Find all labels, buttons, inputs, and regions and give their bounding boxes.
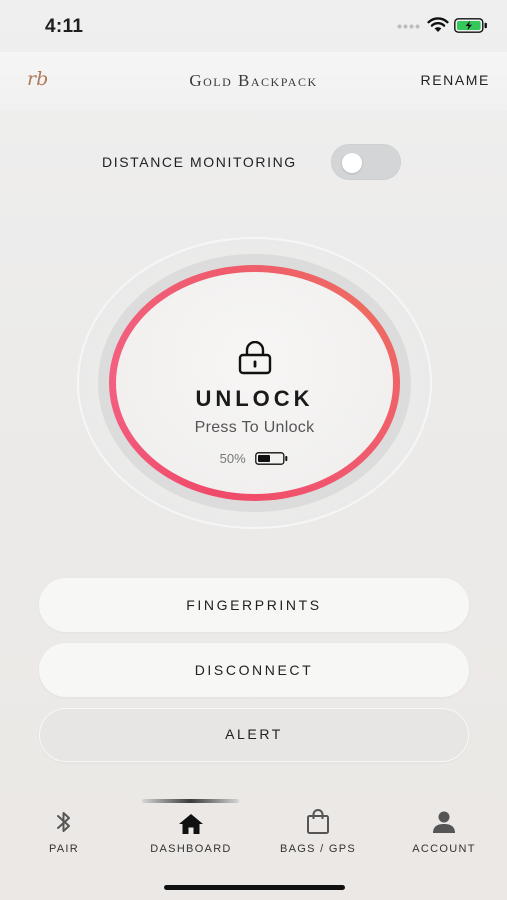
status-time: 4:11 <box>45 16 84 37</box>
tab-account[interactable]: ACCOUNT <box>400 809 488 855</box>
tab-pair[interactable]: PAIR <box>34 809 94 855</box>
distance-monitoring-label: DISTANCE MONITORING <box>102 154 297 170</box>
lock-battery: 50% <box>78 450 431 466</box>
rename-button[interactable]: RENAME <box>421 72 491 88</box>
lock-battery-level: 50% <box>219 451 246 467</box>
alert-button[interactable]: ALERT <box>39 708 469 762</box>
unlock-hint: Press To Unlock <box>194 419 315 436</box>
wifi-icon <box>427 17 449 32</box>
bluetooth-icon <box>57 812 70 832</box>
battery-level-icon <box>255 452 288 465</box>
tab-label: DASHBOARD <box>150 843 232 855</box>
person-icon <box>433 811 455 833</box>
bag-icon <box>307 809 329 834</box>
unlock-dial[interactable]: UNLOCK Press To Unlock 50% <box>78 238 431 528</box>
header: rb Gold Backpack RENAME <box>0 52 507 110</box>
tab-label: ACCOUNT <box>412 843 476 855</box>
signal-icon <box>397 24 420 29</box>
lock-icon <box>238 341 272 375</box>
home-indicator <box>164 885 345 890</box>
tab-label: BAGS / GPS <box>280 843 356 855</box>
home-icon <box>179 814 203 834</box>
active-tab-indicator <box>142 799 239 803</box>
battery-icon <box>454 18 487 33</box>
toggle-knob <box>342 153 362 173</box>
tab-bags-gps[interactable]: BAGS / GPS <box>270 809 366 855</box>
status-bar: 4:11 <box>0 0 507 52</box>
tab-label: PAIR <box>48 843 80 855</box>
distance-monitoring-toggle[interactable] <box>331 144 401 180</box>
tab-dashboard[interactable]: DASHBOARD <box>140 813 242 855</box>
distance-monitoring-row: DISTANCE MONITORING <box>0 144 507 180</box>
fingerprints-button[interactable]: FINGERPRINTS <box>39 578 469 632</box>
disconnect-button[interactable]: DISCONNECT <box>39 643 469 697</box>
unlock-label: UNLOCK <box>195 386 314 411</box>
